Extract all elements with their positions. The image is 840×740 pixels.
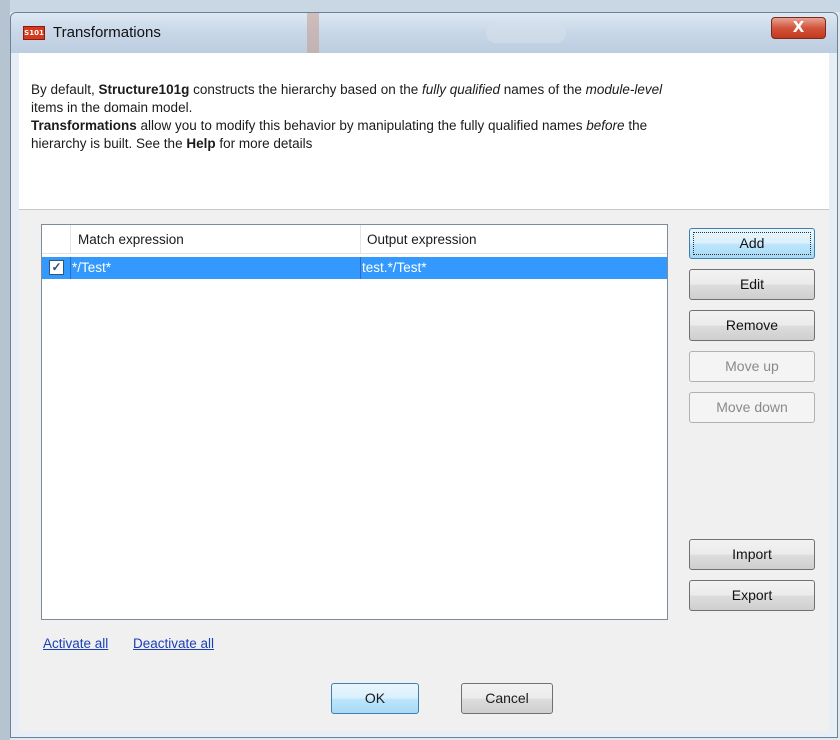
import-button[interactable]: Import: [689, 539, 815, 570]
column-divider: [70, 225, 71, 253]
activate-all-link[interactable]: Activate all: [43, 636, 108, 651]
background-window-decoration: [307, 13, 319, 53]
dialog-body: By default, Structure101g constructs the…: [19, 53, 829, 731]
description-line-4: hierarchy is built. See the Help for mor…: [31, 136, 313, 151]
description-line-2: items in the domain model.: [31, 100, 193, 115]
description-panel: By default, Structure101g constructs the…: [19, 53, 829, 210]
cancel-button[interactable]: Cancel: [461, 683, 553, 714]
column-header-output[interactable]: Output expression: [367, 225, 477, 253]
move-down-button[interactable]: Move down: [689, 392, 815, 423]
transformations-dialog: S101 Transformations X By default, Struc…: [10, 12, 838, 738]
close-button[interactable]: X: [771, 17, 826, 39]
table-header: Match expression Output expression: [42, 225, 667, 254]
table-row[interactable]: ✓ */Test* test.*/Test*: [42, 257, 667, 279]
app-logo-icon: S101: [23, 26, 45, 40]
ok-button[interactable]: OK: [331, 683, 419, 714]
match-expression-cell[interactable]: */Test*: [72, 257, 111, 279]
background-app-edge: [0, 0, 10, 740]
add-button[interactable]: Add: [689, 228, 815, 259]
description-line-1: By default, Structure101g constructs the…: [31, 82, 663, 97]
transformations-table[interactable]: Match expression Output expression ✓ */T…: [41, 224, 668, 620]
column-header-match[interactable]: Match expression: [78, 225, 184, 253]
deactivate-all-link[interactable]: Deactivate all: [133, 636, 214, 651]
window-title: Transformations: [53, 24, 161, 41]
column-divider: [70, 257, 71, 279]
description-line-3: Transformations allow you to modify this…: [31, 118, 648, 133]
column-divider: [360, 257, 361, 279]
column-divider[interactable]: [360, 225, 361, 253]
background-app: [0, 0, 840, 12]
focus-ring: [693, 232, 811, 255]
output-expression-cell[interactable]: test.*/Test*: [362, 257, 427, 279]
row-active-checkbox[interactable]: ✓: [49, 260, 64, 275]
background-window-decoration: [486, 23, 566, 43]
remove-button[interactable]: Remove: [689, 310, 815, 341]
title-bar[interactable]: S101 Transformations X: [11, 13, 837, 53]
export-button[interactable]: Export: [689, 580, 815, 611]
edit-button[interactable]: Edit: [689, 269, 815, 300]
move-up-button[interactable]: Move up: [689, 351, 815, 382]
